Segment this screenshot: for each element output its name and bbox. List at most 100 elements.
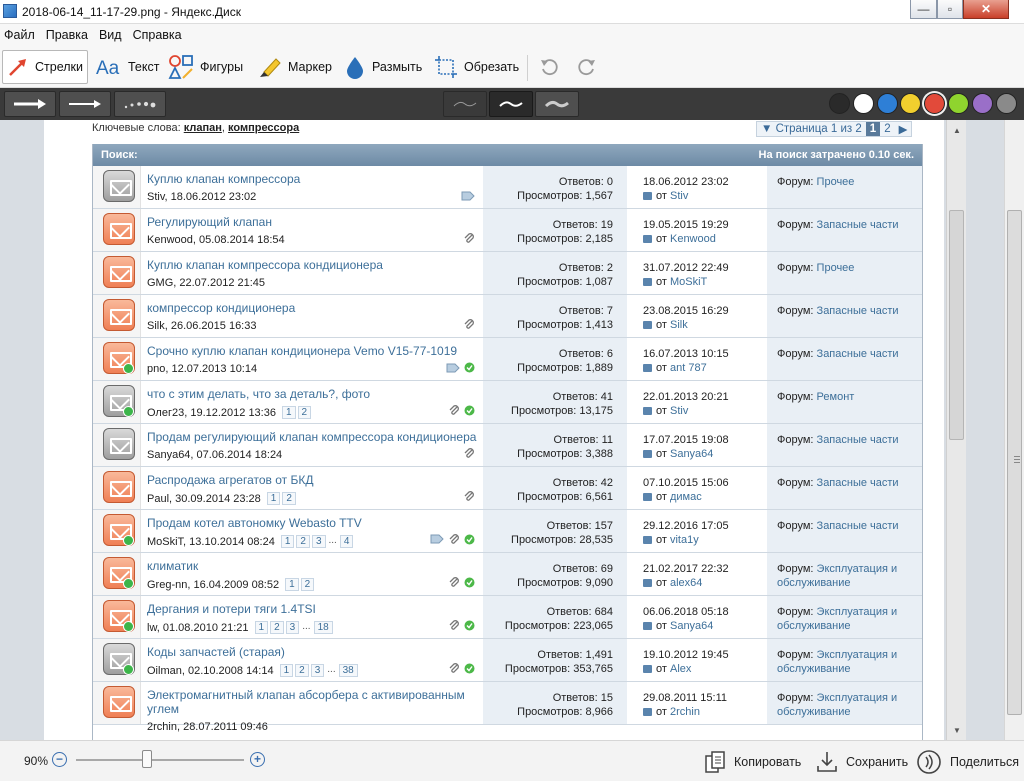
color-yellow-swatch[interactable] <box>900 93 922 114</box>
thread-title-link[interactable]: Распродажа агрегатов от БКД <box>147 473 313 487</box>
go-to-post-icon[interactable] <box>643 235 652 243</box>
last-post-user-link[interactable]: Stiv <box>670 190 688 202</box>
save-button[interactable]: Сохранить <box>816 749 908 775</box>
go-to-post-icon[interactable] <box>643 579 652 587</box>
go-to-post-icon[interactable] <box>643 622 652 630</box>
thread-title-link[interactable]: Дергания и потери тяги 1.4TSI <box>147 602 316 616</box>
arrow-style-dotted[interactable] <box>114 91 166 117</box>
arrow-style-thin[interactable] <box>59 91 111 117</box>
thread-title-link[interactable]: Регулирующий клапан <box>147 215 272 229</box>
zoom-out-button[interactable]: − <box>52 752 67 767</box>
forum-link-cont[interactable]: обслуживание <box>777 576 922 590</box>
thread-title-link[interactable]: климатик <box>147 559 198 573</box>
line-width-medium[interactable] <box>489 91 533 117</box>
tool-shapes[interactable]: Фигуры <box>164 50 247 84</box>
thread-title-link[interactable]: что с этим делать, что за деталь?, фото <box>147 387 370 401</box>
menu-edit[interactable]: Правка <box>46 28 88 42</box>
go-to-post-icon[interactable] <box>643 364 652 372</box>
last-post-user-link[interactable]: MoSkiT <box>670 276 707 288</box>
last-post-user-link[interactable]: Alex <box>670 663 691 675</box>
inner-scroll-thumb[interactable] <box>949 210 964 440</box>
forum-link[interactable]: Эксплуатация и <box>817 563 898 575</box>
undo-button[interactable] <box>538 56 560 78</box>
thread-page-link[interactable]: 1 <box>279 664 294 677</box>
color-gray-swatch[interactable] <box>995 93 1017 114</box>
thread-page-link[interactable]: 2 <box>297 406 312 419</box>
color-red-swatch[interactable] <box>924 93 946 114</box>
thread-page-link[interactable]: 1 <box>254 621 269 634</box>
forum-link[interactable]: Эксплуатация и <box>817 606 898 618</box>
zoom-slider-thumb[interactable] <box>141 750 152 768</box>
line-width-thin[interactable] <box>443 91 487 117</box>
thread-page-link[interactable]: 2 <box>282 492 296 505</box>
forum-link[interactable]: Прочее <box>817 176 855 188</box>
thread-page-link[interactable]: 2 <box>295 664 309 677</box>
outer-scrollbar[interactable] <box>1004 120 1024 740</box>
thread-page-link[interactable]: 4 <box>339 535 354 548</box>
thread-page-link[interactable]: 2 <box>270 621 284 634</box>
last-post-user-link[interactable]: vita1y <box>670 534 699 546</box>
go-to-post-icon[interactable] <box>643 450 652 458</box>
tool-marker[interactable]: Маркер <box>254 50 336 84</box>
forum-link-cont[interactable]: обслуживание <box>777 619 922 633</box>
thread-title-link[interactable]: Срочно куплю клапан кондиционера Vemo V1… <box>147 344 457 358</box>
forum-link-cont[interactable]: обслуживание <box>777 705 922 719</box>
keyword-link[interactable]: компрессора <box>228 122 299 134</box>
thread-page-link[interactable]: 2 <box>296 535 310 548</box>
scroll-up-arrow[interactable]: ▲ <box>947 122 967 138</box>
thread-page-link[interactable]: 1 <box>285 578 299 591</box>
thread-page-link[interactable]: 2 <box>300 578 315 591</box>
forum-link[interactable]: Запасные части <box>817 520 899 532</box>
forum-link[interactable]: Эксплуатация и <box>817 692 898 704</box>
color-white-swatch[interactable] <box>852 93 874 114</box>
thread-page-link[interactable]: 1 <box>281 406 296 419</box>
thread-page-link[interactable]: 38 <box>338 664 358 677</box>
thread-title-link[interactable]: Продам котел автономку Webasto TTV <box>147 516 362 530</box>
inner-scrollbar[interactable]: ▲ ▼ <box>946 120 966 740</box>
thread-page-link[interactable]: 1 <box>266 492 281 505</box>
thread-page-link[interactable]: 3 <box>311 535 326 548</box>
go-to-post-icon[interactable] <box>643 708 652 716</box>
last-post-user-link[interactable]: Silk <box>670 319 688 331</box>
thread-title-link[interactable]: Куплю клапан компрессора <box>147 172 300 186</box>
zoom-in-button[interactable]: + <box>250 752 265 767</box>
thread-title-link[interactable]: Коды запчастей (старая) <box>147 645 285 659</box>
go-to-post-icon[interactable] <box>643 278 652 286</box>
pagination-label[interactable]: ▼ Страница 1 из 2 <box>757 122 866 136</box>
maximize-button[interactable]: ▫ <box>937 0 963 19</box>
forum-link-cont[interactable]: обслуживание <box>777 662 922 676</box>
pagination-page[interactable]: 2 <box>880 122 894 136</box>
thread-page-link[interactable]: 1 <box>280 535 295 548</box>
last-post-user-link[interactable]: ant 787 <box>670 362 707 374</box>
tool-blur[interactable]: Размыть <box>340 50 426 84</box>
minimize-button[interactable]: — <box>910 0 937 19</box>
forum-link[interactable]: Запасные части <box>817 434 899 446</box>
menu-help[interactable]: Справка <box>133 28 182 42</box>
redo-button[interactable] <box>576 56 598 78</box>
forum-link[interactable]: Запасные части <box>817 477 899 489</box>
thread-page-link[interactable]: 3 <box>285 621 300 634</box>
forum-link[interactable]: Эксплуатация и <box>817 649 898 661</box>
scroll-down-arrow[interactable]: ▼ <box>947 722 967 738</box>
thread-title-link[interactable]: компрессор кондиционера <box>147 301 295 315</box>
tool-crop[interactable]: Обрезать <box>430 50 523 84</box>
line-width-thick[interactable] <box>535 91 579 117</box>
pagination-next[interactable]: ▶ <box>895 122 912 136</box>
menu-view[interactable]: Вид <box>99 28 122 42</box>
arrow-style-thick[interactable] <box>4 91 56 117</box>
last-post-user-link[interactable]: Kenwood <box>670 233 716 245</box>
thread-page-link[interactable]: 3 <box>310 664 325 677</box>
outer-scroll-thumb[interactable] <box>1007 210 1022 715</box>
last-post-user-link[interactable]: 2rchin <box>670 706 700 718</box>
last-post-user-link[interactable]: Sanya64 <box>670 620 713 632</box>
last-post-user-link[interactable]: димас <box>670 491 702 503</box>
forum-link[interactable]: Запасные части <box>817 348 899 360</box>
copy-button[interactable]: Копировать <box>704 749 801 775</box>
close-button[interactable]: ✕ <box>963 0 1009 19</box>
tool-arrows[interactable]: Стрелки <box>2 50 88 84</box>
menu-file[interactable]: Файл <box>4 28 35 42</box>
last-post-user-link[interactable]: Sanya64 <box>670 448 713 460</box>
go-to-post-icon[interactable] <box>643 192 652 200</box>
last-post-user-link[interactable]: alex64 <box>670 577 702 589</box>
keyword-link[interactable]: клапан <box>184 122 222 134</box>
